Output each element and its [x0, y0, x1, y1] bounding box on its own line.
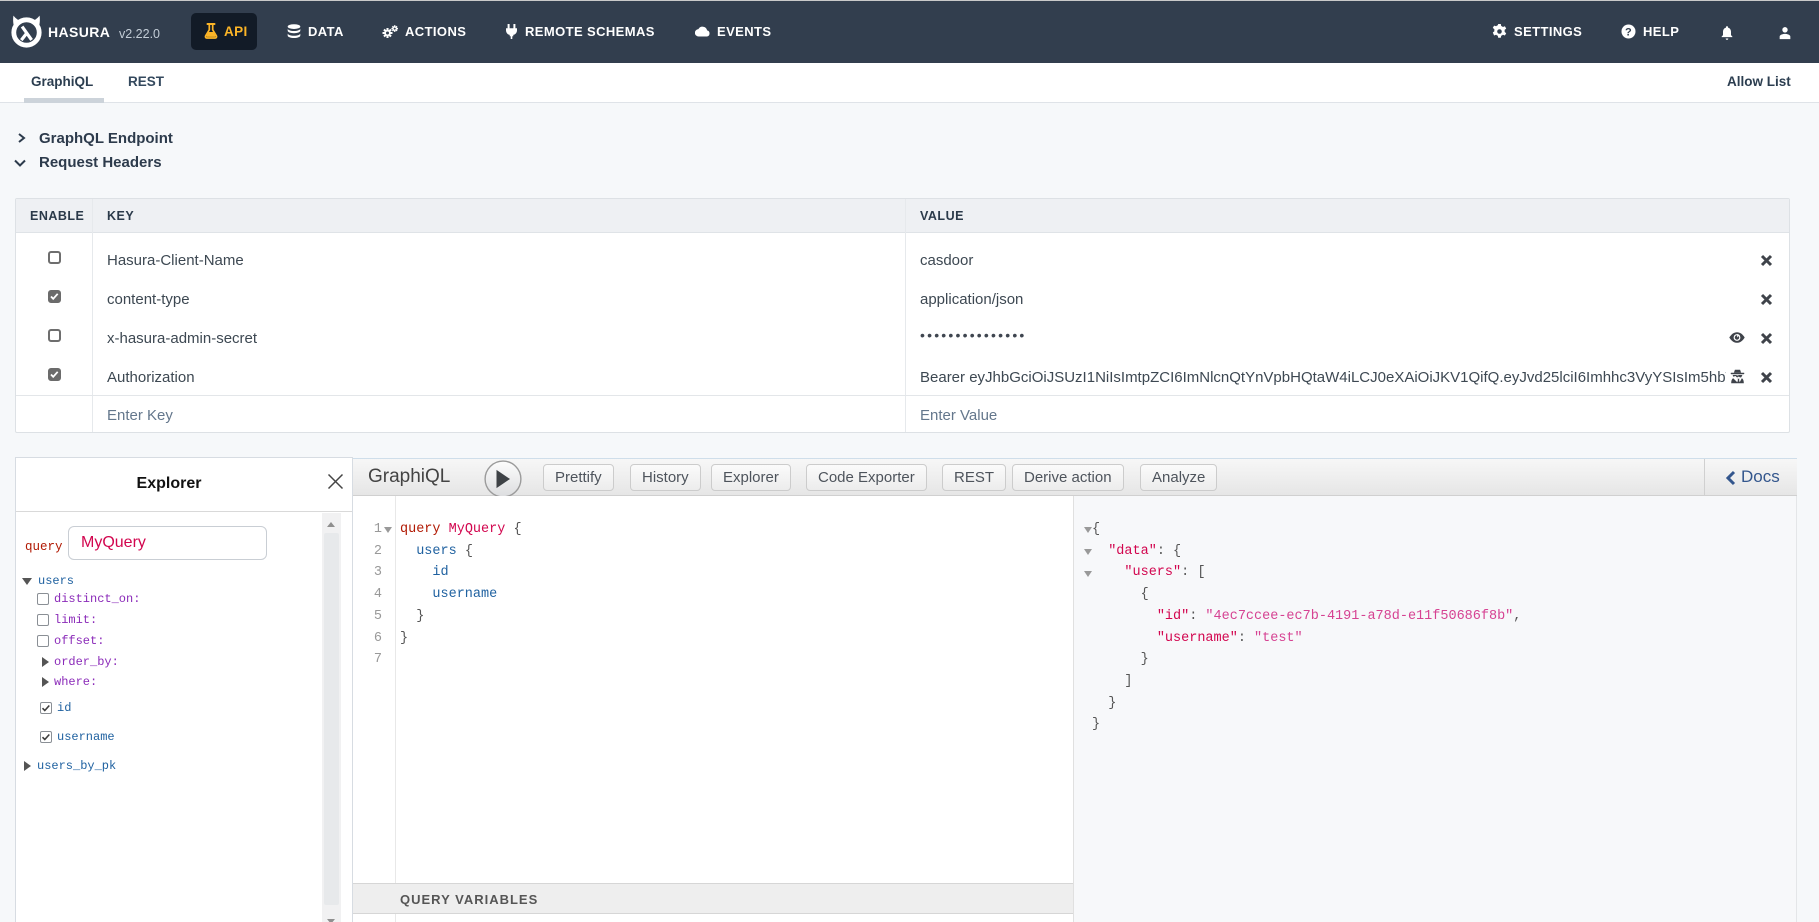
- svg-text:?: ?: [1625, 26, 1632, 38]
